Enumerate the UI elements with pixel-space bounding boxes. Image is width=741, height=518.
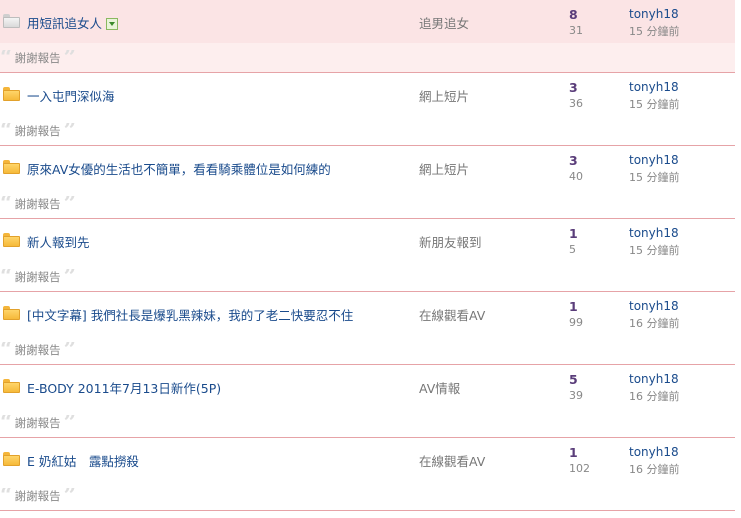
last-poster-link[interactable]: tonyh18: [629, 226, 679, 240]
thread-title-link[interactable]: 一入屯門深似海: [27, 86, 115, 105]
open-quote-icon: “: [0, 269, 13, 285]
thread-row-main: 用短訊追女人 追男追女 8 31 tonyh18 15 分鐘前: [0, 0, 735, 43]
folder-icon: [3, 452, 20, 466]
thread-row: 新人報到先 新朋友報到 1 5 tonyh18 15 分鐘前 “謝謝報告”: [0, 219, 735, 292]
thread-list: 用短訊追女人 追男追女 8 31 tonyh18 15 分鐘前 “謝謝報告” 一…: [0, 0, 735, 511]
thanks-report: “謝謝報告”: [0, 123, 76, 139]
close-quote-icon: ”: [63, 50, 77, 66]
thanks-report-label[interactable]: 謝謝報告: [15, 488, 61, 504]
close-quote-icon: ”: [63, 123, 77, 139]
thread-row-main: 原來AV女優的生活也不簡單，看看騎乘體位是如何練的 網上短片 3 40 tony…: [0, 146, 735, 189]
folder-icon: [3, 160, 20, 174]
thanks-report-label[interactable]: 謝謝報告: [15, 415, 61, 431]
open-quote-icon: “: [0, 123, 13, 139]
last-poster-link[interactable]: tonyh18: [629, 80, 679, 94]
close-quote-icon: ”: [63, 342, 77, 358]
forum-link[interactable]: AV情報: [419, 378, 460, 397]
last-poster-link[interactable]: tonyh18: [629, 153, 679, 167]
thanks-report-label[interactable]: 謝謝報告: [15, 269, 61, 285]
open-quote-icon: “: [0, 342, 13, 358]
last-post-time: 15 分鐘前: [629, 25, 680, 38]
close-quote-icon: ”: [63, 196, 77, 212]
view-count: 5: [569, 243, 576, 256]
thanks-report: “謝謝報告”: [0, 196, 76, 212]
last-post-time: 16 分鐘前: [629, 463, 680, 476]
thanks-report-label[interactable]: 謝謝報告: [15, 50, 61, 66]
view-count: 31: [569, 24, 583, 37]
thread-row-main: 一入屯門深似海 網上短片 3 36 tonyh18 15 分鐘前: [0, 73, 735, 116]
reply-count[interactable]: 5: [569, 372, 578, 387]
last-post-time: 16 分鐘前: [629, 390, 680, 403]
thanks-report: “謝謝報告”: [0, 269, 76, 285]
close-quote-icon: ”: [63, 488, 77, 504]
thread-row: E 奶紅姑 露點撈殺 在線觀看AV 1 102 tonyh18 16 分鐘前 “…: [0, 438, 735, 511]
thread-row: E-BODY 2011年7月13日新作(5P) AV情報 5 39 tonyh1…: [0, 365, 735, 438]
forum-link[interactable]: 在線觀看AV: [419, 305, 485, 324]
thread-row: 一入屯門深似海 網上短片 3 36 tonyh18 15 分鐘前 “謝謝報告”: [0, 73, 735, 146]
last-post-time: 15 分鐘前: [629, 244, 680, 257]
thread-row-main: [中文字幕] 我們社長是爆乳黑辣妹，我的了老二快要忍不住 在線觀看AV 1 99…: [0, 292, 735, 335]
reply-count[interactable]: 8: [569, 7, 578, 22]
thread-title-link[interactable]: E-BODY 2011年7月13日新作(5P): [27, 378, 221, 397]
reply-count[interactable]: 3: [569, 153, 578, 168]
forum-link[interactable]: 追男追女: [419, 13, 469, 32]
thread-title-link[interactable]: [中文字幕] 我們社長是爆乳黑辣妹，我的了老二快要忍不住: [27, 305, 353, 324]
close-quote-icon: ”: [63, 415, 77, 431]
thread-row-main: E 奶紅姑 露點撈殺 在線觀看AV 1 102 tonyh18 16 分鐘前: [0, 438, 735, 481]
thanks-report: “謝謝報告”: [0, 415, 76, 431]
thread-title-link[interactable]: 用短訊追女人: [27, 13, 119, 32]
folder-icon: [3, 306, 20, 320]
thread-row-main: 新人報到先 新朋友報到 1 5 tonyh18 15 分鐘前: [0, 219, 735, 262]
forum-link[interactable]: 在線觀看AV: [419, 451, 485, 470]
last-poster-link[interactable]: tonyh18: [629, 445, 679, 459]
thanks-report: “謝謝報告”: [0, 50, 76, 66]
thread-title-link[interactable]: E 奶紅姑 露點撈殺: [27, 451, 139, 470]
thread-row: [中文字幕] 我們社長是爆乳黑辣妹，我的了老二快要忍不住 在線觀看AV 1 99…: [0, 292, 735, 365]
last-poster-link[interactable]: tonyh18: [629, 372, 679, 386]
last-poster-link[interactable]: tonyh18: [629, 7, 679, 21]
view-count: 102: [569, 462, 590, 475]
folder-grey-icon: [3, 14, 20, 28]
view-count: 40: [569, 170, 583, 183]
forum-link[interactable]: 網上短片: [419, 159, 469, 178]
open-quote-icon: “: [0, 196, 13, 212]
reply-count[interactable]: 1: [569, 226, 578, 241]
thread-row: 原來AV女優的生活也不簡單，看看騎乘體位是如何練的 網上短片 3 40 tony…: [0, 146, 735, 219]
thread-title-text[interactable]: 用短訊追女人: [27, 16, 102, 31]
reply-count[interactable]: 3: [569, 80, 578, 95]
folder-icon: [3, 233, 20, 247]
view-count: 99: [569, 316, 583, 329]
open-quote-icon: “: [0, 415, 13, 431]
thanks-report: “謝謝報告”: [0, 342, 76, 358]
reply-count[interactable]: 1: [569, 299, 578, 314]
thanks-report-label[interactable]: 謝謝報告: [15, 342, 61, 358]
last-post-time: 15 分鐘前: [629, 98, 680, 111]
thanks-report: “謝謝報告”: [0, 488, 76, 504]
forum-link[interactable]: 新朋友報到: [419, 232, 482, 251]
close-quote-icon: ”: [63, 269, 77, 285]
thread-row: 用短訊追女人 追男追女 8 31 tonyh18 15 分鐘前 “謝謝報告”: [0, 0, 735, 73]
last-post-time: 16 分鐘前: [629, 317, 680, 330]
thread-row-main: E-BODY 2011年7月13日新作(5P) AV情報 5 39 tonyh1…: [0, 365, 735, 408]
image-attachment-icon: [106, 18, 119, 30]
thanks-report-label[interactable]: 謝謝報告: [15, 196, 61, 212]
last-poster-link[interactable]: tonyh18: [629, 299, 679, 313]
open-quote-icon: “: [0, 488, 13, 504]
last-post-time: 15 分鐘前: [629, 171, 680, 184]
thanks-report-label[interactable]: 謝謝報告: [15, 123, 61, 139]
open-quote-icon: “: [0, 50, 13, 66]
thread-title-link[interactable]: 原來AV女優的生活也不簡單，看看騎乘體位是如何練的: [27, 159, 331, 178]
folder-icon: [3, 379, 20, 393]
thread-title-link[interactable]: 新人報到先: [27, 232, 90, 251]
forum-link[interactable]: 網上短片: [419, 86, 469, 105]
folder-icon: [3, 87, 20, 101]
reply-count[interactable]: 1: [569, 445, 578, 460]
view-count: 36: [569, 97, 583, 110]
view-count: 39: [569, 389, 583, 402]
